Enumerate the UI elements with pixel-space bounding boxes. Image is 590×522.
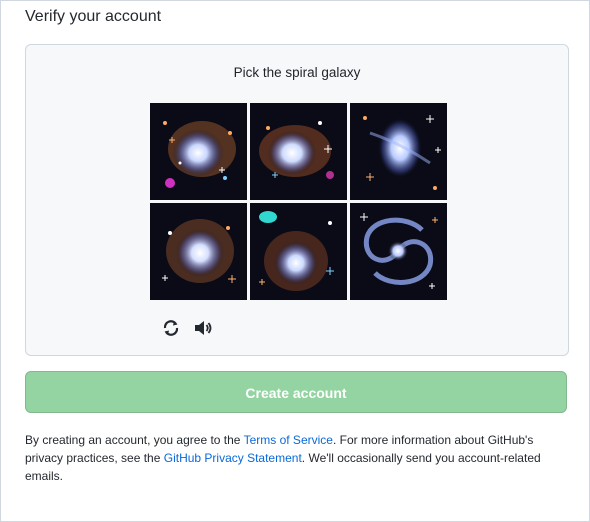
page-title: Verify your account — [25, 8, 162, 25]
speaker-icon — [195, 321, 212, 335]
galaxy-option-5[interactable] — [250, 203, 347, 300]
galaxy-option-2[interactable] — [250, 103, 347, 200]
legal-notice: By creating an account, you agree to the… — [25, 431, 565, 485]
irregular-galaxy-image — [150, 103, 247, 200]
audio-challenge-button[interactable] — [192, 317, 214, 339]
create-account-button[interactable]: Create account — [25, 371, 567, 413]
irregular-galaxy-image — [150, 203, 247, 300]
irregular-galaxy-image — [350, 103, 447, 200]
refresh-challenge-button[interactable] — [160, 317, 182, 339]
captcha-image-grid — [150, 103, 448, 301]
spiral-galaxy-image — [350, 203, 447, 300]
galaxy-option-4[interactable] — [150, 203, 247, 300]
refresh-icon — [163, 320, 179, 336]
irregular-galaxy-image — [250, 203, 347, 300]
captcha-panel: Pick the spiral galaxy — [25, 44, 569, 356]
irregular-galaxy-image — [250, 103, 347, 200]
galaxy-option-6[interactable] — [350, 203, 447, 300]
legal-text-1: By creating an account, you agree to the — [25, 433, 244, 447]
terms-of-service-link[interactable]: Terms of Service — [244, 433, 333, 447]
signup-frame: Verify your account Pick the spiral gala… — [0, 0, 590, 522]
galaxy-option-3[interactable] — [350, 103, 447, 200]
privacy-statement-link[interactable]: GitHub Privacy Statement — [164, 451, 302, 465]
captcha-prompt: Pick the spiral galaxy — [233, 65, 361, 80]
galaxy-option-1[interactable] — [150, 103, 247, 200]
